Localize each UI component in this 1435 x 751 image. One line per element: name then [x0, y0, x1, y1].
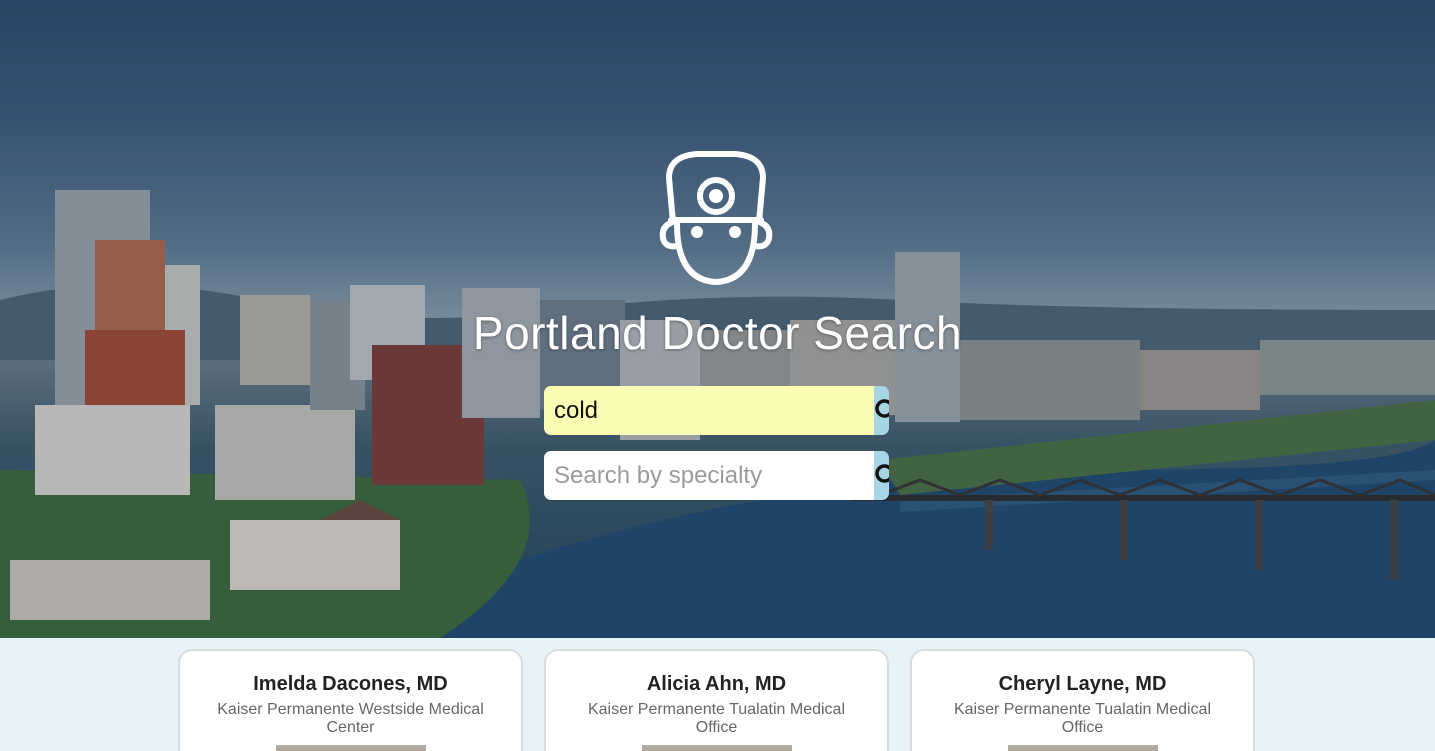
- doctor-card[interactable]: Alicia Ahn, MD Kaiser Permanente Tualati…: [544, 649, 889, 751]
- condition-search-button[interactable]: [874, 386, 889, 435]
- condition-search: [544, 386, 889, 435]
- doctor-name: Cheryl Layne, MD: [998, 673, 1167, 695]
- specialty-search-button[interactable]: [874, 451, 889, 500]
- doctor-head-mirror-icon: [659, 151, 773, 285]
- doctor-name: Alicia Ahn, MD: [646, 673, 787, 695]
- doctor-photo: [276, 745, 426, 751]
- specialty-search: [544, 451, 889, 500]
- condition-search-input[interactable]: [544, 386, 874, 435]
- specialty-search-input[interactable]: [544, 451, 874, 500]
- search-icon: [875, 463, 889, 483]
- doctor-facility: Kaiser Permanente Westside Medical Cente…: [217, 701, 484, 736]
- doctor-facility: Kaiser Permanente Tualatin Medical Offic…: [953, 701, 1212, 736]
- search-icon: [875, 398, 889, 418]
- doctor-card[interactable]: Imelda Dacones, MD Kaiser Permanente Wes…: [178, 649, 523, 751]
- doctor-photo: [1008, 745, 1158, 751]
- doctor-photo: [642, 745, 792, 751]
- doctor-facility: Kaiser Permanente Tualatin Medical Offic…: [587, 701, 846, 736]
- doctor-name: Imelda Dacones, MD: [253, 673, 448, 695]
- page-title: Portland Doctor Search: [472, 307, 963, 359]
- doctor-card[interactable]: Cheryl Layne, MD Kaiser Permanente Tuala…: [910, 649, 1255, 751]
